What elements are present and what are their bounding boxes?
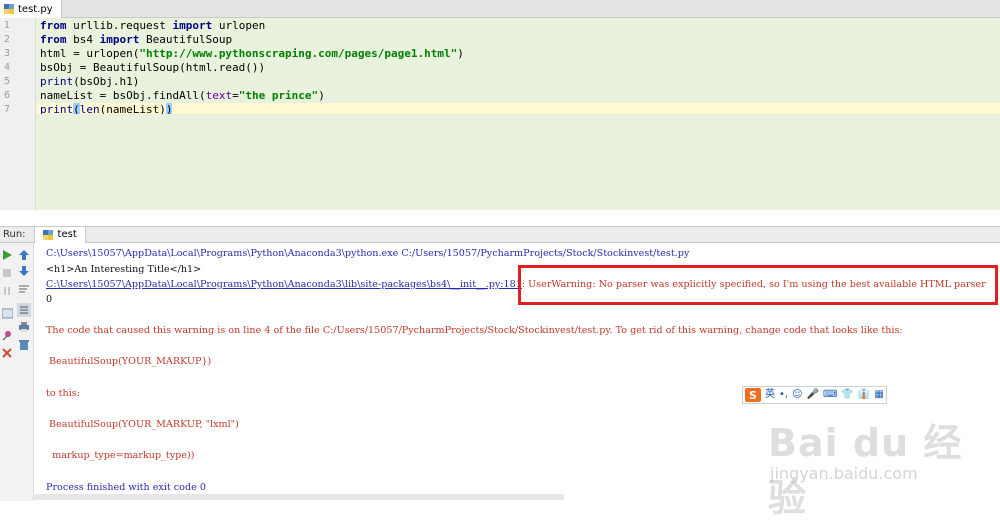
console-h1-output: <h1>An Interesting Title</h1> — [46, 264, 202, 275]
console-to-this: to this: — [46, 388, 80, 399]
clear-all-icon[interactable] — [18, 339, 30, 351]
arrow-up-icon[interactable] — [18, 249, 30, 261]
line-number: 2 — [3, 34, 10, 45]
ime-language-toggle[interactable]: 英 — [765, 388, 775, 402]
ime-keyboard-icon[interactable]: ⌨ — [823, 388, 837, 402]
console-markup-after: BeautifulSoup(YOUR_MARKUP, "lxml") — [46, 419, 239, 430]
run-panel-header: Run: test — [0, 226, 1000, 243]
line-number: 1 — [3, 20, 10, 31]
pause-icon[interactable] — [1, 285, 13, 297]
run-toolbar-primary — [0, 243, 14, 501]
console-process-finished: Process finished with exit code 0 — [46, 482, 206, 493]
arrow-down-icon[interactable] — [18, 265, 30, 277]
code-line-6[interactable]: nameList = bsObj.findAll(text="the princ… — [40, 89, 325, 103]
code-line-3[interactable]: html = urlopen("http://www.pythonscrapin… — [40, 47, 464, 61]
console-markup-type: markup_type=markup_type)) — [46, 450, 195, 461]
soft-wrap-icon[interactable] — [18, 283, 30, 295]
ime-shirt-icon[interactable]: 👔 — [858, 388, 870, 402]
close-icon[interactable] — [1, 347, 13, 359]
ime-emoji-icon[interactable]: ☺ — [792, 388, 802, 402]
warning-source-link[interactable]: C:\Users\15057\AppData\Local\Programs\Py… — [46, 279, 522, 290]
console-len-output: 0 — [46, 294, 53, 305]
line-number: 7 — [3, 104, 10, 115]
run-tab-test[interactable]: test — [33, 226, 86, 243]
code-line-2[interactable]: from bs4 import BeautifulSoup — [40, 33, 232, 47]
sogou-logo-icon[interactable]: S — [745, 388, 761, 402]
console-command-line: C:\Users\15057\AppData\Local\Programs\Py… — [46, 248, 690, 259]
run-label: Run: — [3, 229, 26, 240]
editor-tab-test-py[interactable]: test.py — [0, 0, 62, 18]
code-line-5[interactable]: print(bsObj.h1) — [40, 75, 139, 89]
ime-punctuation-icon[interactable]: •, — [779, 388, 788, 402]
code-line-1[interactable]: from urllib.request import urlopen — [40, 19, 265, 33]
python-run-icon — [42, 229, 53, 240]
line-number: 4 — [3, 62, 10, 73]
stop-icon[interactable] — [1, 267, 13, 279]
ime-menu-icon[interactable]: ▦ — [874, 388, 883, 402]
code-editor[interactable]: 1 2 3 4 5 6 7 from urllib.request import… — [0, 18, 1000, 210]
line-number: 3 — [3, 48, 10, 59]
line-number: 6 — [3, 90, 10, 101]
pin-icon[interactable] — [1, 329, 13, 341]
code-line-4[interactable]: bsObj = BeautifulSoup(html.read()) — [40, 61, 265, 75]
ime-voice-icon[interactable]: 🎤 — [807, 388, 819, 402]
annotation-highlight-box — [518, 265, 998, 305]
python-file-icon — [4, 4, 14, 14]
scroll-to-end-icon[interactable] — [17, 303, 31, 317]
rerun-icon[interactable] — [1, 249, 13, 261]
line-number: 5 — [3, 76, 10, 87]
editor-empty-area[interactable] — [36, 114, 1000, 210]
ime-skin-icon[interactable]: 👕 — [841, 388, 853, 402]
editor-tab-label: test.py — [18, 3, 53, 15]
editor-tab-bar: test.py — [0, 0, 1000, 18]
console-warning-detail: The code that caused this warning is on … — [46, 325, 903, 336]
run-tab-label: test — [57, 229, 77, 240]
run-toolbar-secondary — [14, 243, 34, 501]
console-markup-before: BeautifulSoup(YOUR_MARKUP}) — [46, 356, 212, 367]
horizontal-scrollbar[interactable] — [34, 494, 564, 500]
layout-icon[interactable] — [1, 307, 13, 319]
print-icon[interactable] — [18, 321, 30, 333]
ime-toolbar[interactable]: S 英 •, ☺ 🎤 ⌨ 👕 👔 ▦ — [742, 386, 887, 404]
line-number-gutter: 1 2 3 4 5 6 7 — [0, 18, 36, 210]
